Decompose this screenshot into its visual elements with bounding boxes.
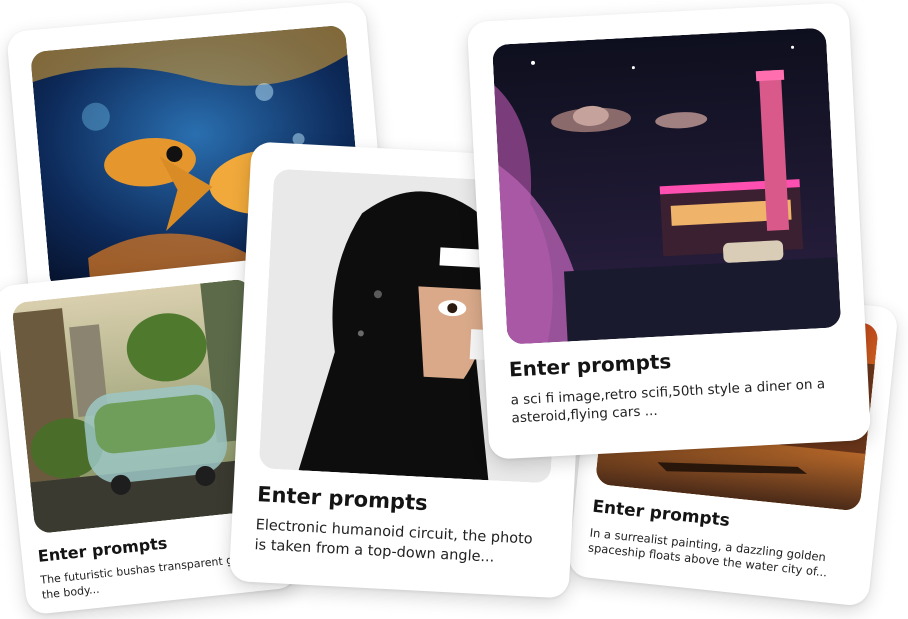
card-description: Electronic humanoid circuit, the photo i… [254,517,534,566]
card-title: Enter prompts [508,349,672,382]
scifi-diner-illustration [492,27,842,345]
prompt-card-scifi-diner[interactable]: Enter prompts a sci fi image,retro scifi… [466,2,872,460]
card-title: Enter prompts [256,482,429,516]
card-description: a sci fi image,retro scifi,50th style a … [510,376,826,427]
